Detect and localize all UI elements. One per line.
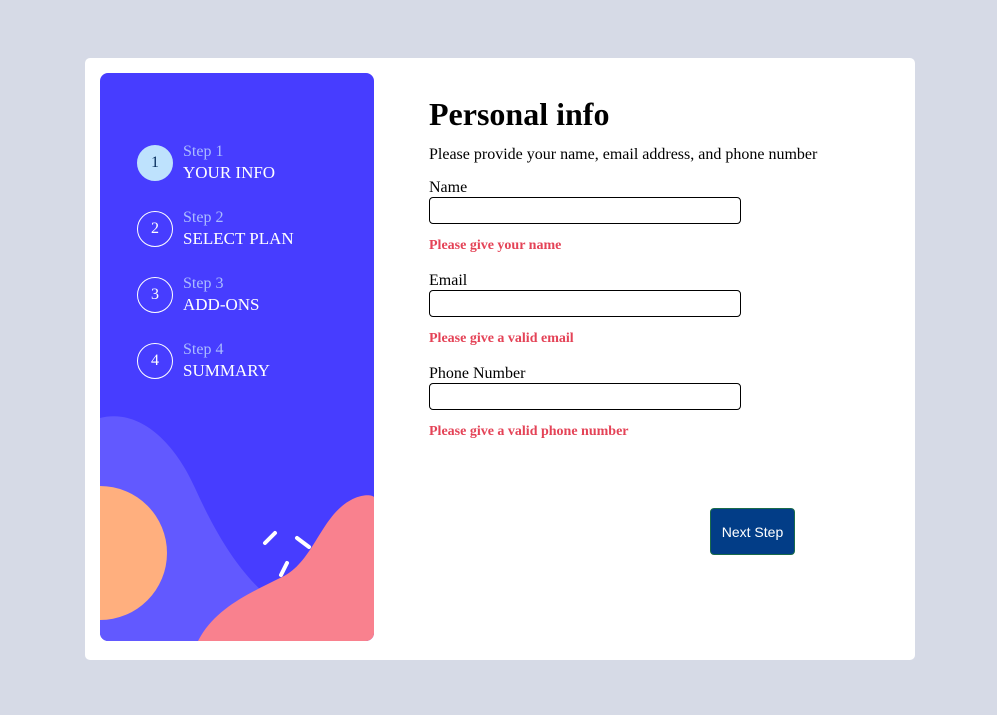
step-caption: Step 1 — [183, 143, 224, 160]
step-item-4[interactable]: 4 Step 4 SUMMARY — [137, 328, 294, 394]
step-caption: Step 2 — [183, 209, 224, 226]
email-error-message: Please give a valid email — [429, 331, 574, 346]
next-step-button[interactable]: Next Step — [710, 508, 795, 555]
step-item-1[interactable]: 1 Step 1 YOUR INFO — [137, 130, 294, 196]
form-card: 1 Step 1 YOUR INFO 2 Step 2 SELECT PLAN … — [85, 58, 915, 660]
step-caption: Step 4 — [183, 341, 224, 358]
email-field-group: Email Please give a valid email — [429, 272, 869, 348]
step-name: SELECT PLAN — [183, 229, 294, 248]
email-input[interactable] — [429, 290, 741, 317]
step-number-circle: 2 — [137, 211, 173, 247]
step-item-2[interactable]: 2 Step 2 SELECT PLAN — [137, 196, 294, 262]
step-caption: Step 3 — [183, 275, 224, 292]
step-number-circle: 3 — [137, 277, 173, 313]
phone-label: Phone Number — [429, 365, 526, 382]
step-number-circle: 1 — [137, 145, 173, 181]
steps-sidebar: 1 Step 1 YOUR INFO 2 Step 2 SELECT PLAN … — [100, 73, 374, 641]
name-input[interactable] — [429, 197, 741, 224]
step-name: SUMMARY — [183, 361, 270, 380]
email-label: Email — [429, 272, 468, 289]
name-label: Name — [429, 179, 468, 196]
sparkle-dash-3 — [279, 561, 289, 577]
page-subtitle: Please provide your name, email address,… — [429, 146, 818, 163]
phone-field-group: Phone Number Please give a valid phone n… — [429, 365, 869, 441]
name-error-message: Please give your name — [429, 238, 562, 253]
step-list: 1 Step 1 YOUR INFO 2 Step 2 SELECT PLAN … — [137, 130, 294, 394]
step-number-circle: 4 — [137, 343, 173, 379]
sparkle-dash-2 — [295, 536, 311, 549]
step-name: ADD-ONS — [183, 295, 260, 314]
step-item-3[interactable]: 3 Step 3 ADD-ONS — [137, 262, 294, 328]
sparkle-dash-1 — [263, 531, 277, 545]
personal-info-form: Personal info Please provide your name, … — [429, 94, 869, 441]
page-title: Personal info — [429, 96, 610, 132]
phone-error-message: Please give a valid phone number — [429, 424, 629, 439]
name-field-group: Name Please give your name — [429, 179, 869, 255]
phone-input[interactable] — [429, 383, 741, 410]
step-name: YOUR INFO — [183, 163, 276, 182]
